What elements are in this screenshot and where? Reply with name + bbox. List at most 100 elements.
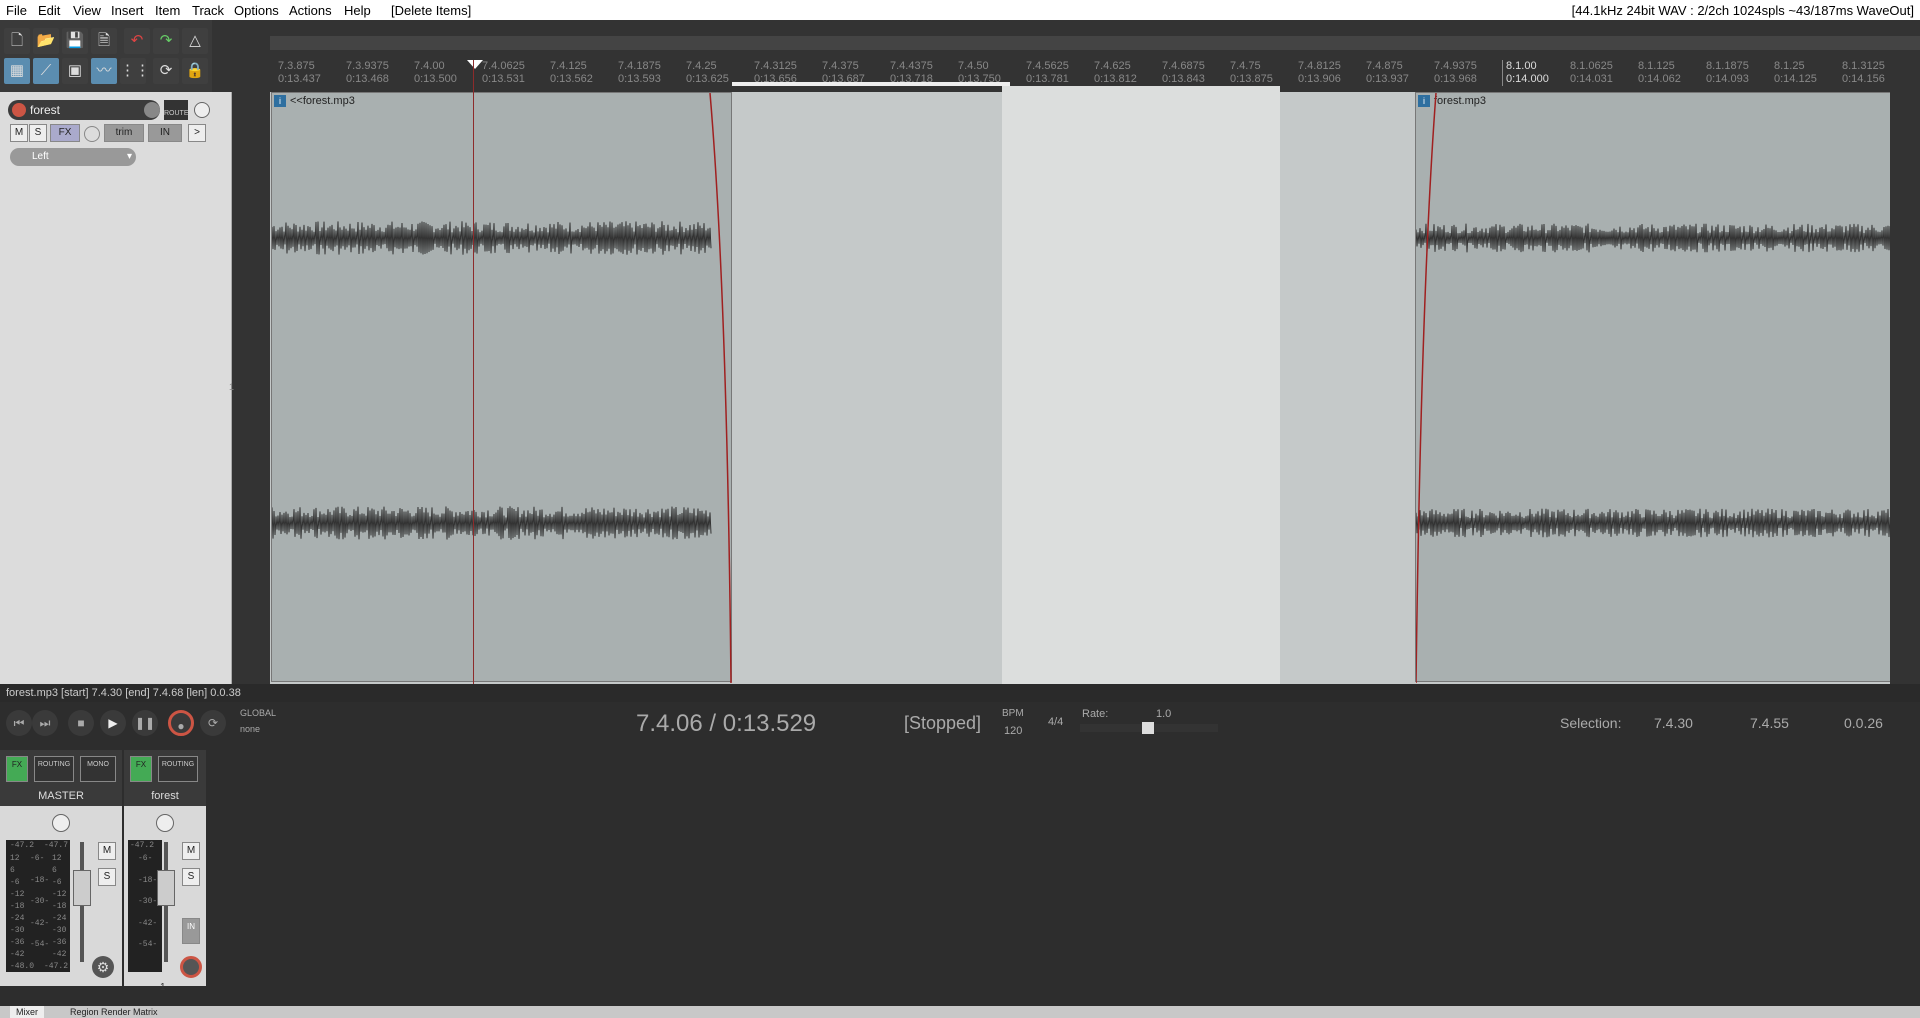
mute-button[interactable]: M [10, 124, 28, 142]
route-button[interactable]: ROUTE [164, 100, 189, 120]
edit-cursor-marker[interactable] [467, 60, 483, 69]
master-mute-button[interactable]: M [98, 842, 116, 860]
meter-scale-label: 12 [10, 854, 20, 863]
envelope-icon[interactable]: 〰 [91, 58, 117, 84]
vertical-scrollbar[interactable] [1890, 92, 1904, 684]
global-automation-select[interactable]: none [240, 724, 260, 734]
trim-automation-button[interactable]: trim [104, 124, 144, 142]
meter-scale-label: -36 [10, 938, 25, 947]
menu-item[interactable]: Item [155, 3, 180, 18]
strip-meter: -47.2 -6- -18- -30- -42- -54- [128, 840, 162, 972]
ripple-edit-icon[interactable]: ⟋ [33, 58, 59, 84]
last-action-label: [Delete Items] [391, 3, 472, 18]
menu-edit[interactable]: Edit [38, 3, 60, 18]
fx-button[interactable]: FX [50, 124, 80, 142]
dock-tab-region-render-matrix[interactable]: Region Render Matrix [64, 1006, 164, 1018]
strip-input-button[interactable]: IN [182, 918, 200, 944]
menu-options[interactable]: Options [234, 3, 279, 18]
metronome-icon[interactable]: △ [182, 28, 208, 54]
strip-fx-button[interactable]: FX [130, 756, 152, 782]
go-to-end-icon[interactable]: ⏭ [32, 710, 58, 736]
lock-icon[interactable]: 🔒 [182, 58, 208, 84]
selection-length[interactable]: 0.0.26 [1844, 715, 1883, 731]
strip-fader[interactable] [157, 870, 175, 906]
repeat-toggle-icon[interactable]: ⟳ [200, 710, 226, 736]
track-name[interactable]: forest [30, 103, 60, 117]
grid-snap-icon[interactable]: ▦ [4, 58, 30, 84]
rate-slider-thumb[interactable] [1142, 722, 1154, 734]
master-mono-button[interactable]: MONO [80, 756, 116, 782]
pause-button[interactable]: ❚❚ [132, 710, 158, 736]
play-button[interactable]: ▶ [100, 710, 126, 736]
strip-mute-button[interactable]: M [182, 842, 200, 860]
pan-knob[interactable] [194, 102, 210, 118]
master-fader[interactable] [73, 870, 91, 906]
play-cursor [473, 60, 474, 684]
go-to-start-icon[interactable]: ⏮ [6, 710, 32, 736]
record-arm-icon[interactable] [12, 103, 26, 117]
redo-icon[interactable]: ↷ [153, 28, 179, 54]
menu-insert[interactable]: Insert [111, 3, 144, 18]
open-project-icon[interactable]: 📂 [33, 28, 59, 54]
undo-icon[interactable]: ↶ [124, 28, 150, 54]
menu-view[interactable]: View [73, 3, 101, 18]
arrange-view[interactable]: i <<forest.mp3 i forest.mp3 [270, 60, 1904, 684]
input-channel-select[interactable]: Left ▾ [10, 148, 136, 166]
meter-scale-label: 6 [10, 866, 15, 875]
master-pan-knob[interactable] [52, 814, 70, 832]
stop-button[interactable]: ■ [68, 710, 94, 736]
new-project-icon[interactable]: 🗋 [4, 28, 30, 54]
dock-tab-bar: Mixer Region Render Matrix [0, 1006, 1920, 1018]
fx-chain-icon[interactable]: > [188, 124, 206, 142]
gear-icon[interactable]: ⚙ [92, 956, 114, 978]
menu-file[interactable]: File [6, 3, 27, 18]
solo-button[interactable]: S [29, 124, 47, 142]
strip-solo-button[interactable]: S [182, 868, 200, 886]
audio-device-info[interactable]: [44.1kHz 24bit WAV : 2/2ch 1024spls ~43/… [1572, 3, 1914, 18]
track-name-field[interactable]: forest [8, 100, 160, 120]
volume-knob[interactable] [144, 102, 160, 118]
timeline-tick: 7.4.75 0:13.875 [1230, 60, 1273, 85]
time-selection-region[interactable] [1002, 86, 1280, 684]
transport-position[interactable]: 7.4.06 / 0:13.529 [636, 710, 816, 738]
timeline-tick: 7.4.00 0:13.500 [414, 60, 457, 85]
record-button[interactable]: ● [168, 710, 194, 736]
menu-help[interactable]: Help [344, 3, 371, 18]
timeline-tick: 8.1.1875 0:14.093 [1706, 60, 1749, 85]
master-solo-button[interactable]: S [98, 868, 116, 886]
strip-routing-button[interactable]: ROUTING [158, 756, 198, 782]
master-routing-button[interactable]: ROUTING [34, 756, 74, 782]
master-body: -47.2 -47.7 12 6 -6 -12 -18 -24 -30 -36 -42 -6- -1… [0, 806, 122, 986]
input-button[interactable]: IN [148, 124, 182, 142]
strip-record-arm-icon[interactable] [180, 956, 202, 978]
time-signature[interactable]: 4/4 [1048, 716, 1063, 728]
meter-scale-label: -30- [30, 897, 50, 907]
phase-icon[interactable] [84, 126, 100, 142]
rate-value[interactable]: 1.0 [1156, 708, 1171, 720]
strip-pan-knob[interactable] [156, 814, 174, 832]
time-selection-bar[interactable] [732, 82, 1010, 86]
master-meter: -47.2 -47.7 12 6 -6 -12 -18 -24 -30 -36 -42 -6- -1… [6, 840, 70, 972]
menu-actions[interactable]: Actions [289, 3, 332, 18]
selection-end[interactable]: 7.4.55 [1750, 715, 1789, 731]
master-fx-button[interactable]: FX [6, 756, 28, 782]
main-toolbar: 🗋 📂 💾 🗎 ↶ ↷ △ ▦ ⟋ ▣ 〰 ⋮⋮ ⟳ 🔒 [0, 20, 212, 92]
meter-scale-label: -6- [138, 854, 153, 863]
menu-track[interactable]: Track [192, 3, 224, 18]
tcp-divider[interactable] [232, 92, 270, 684]
meter-scale-label: 12 [52, 854, 62, 863]
loop-icon[interactable]: ⟳ [153, 58, 179, 84]
project-settings-icon[interactable]: 🗎 [91, 28, 117, 54]
item-grouping-icon[interactable]: ▣ [62, 58, 88, 84]
timeline-scroll-bar[interactable] [270, 36, 1920, 50]
dock-tab-mixer[interactable]: Mixer [10, 1006, 44, 1018]
timeline-tick: 7.4.0625 0:13.531 [482, 60, 525, 85]
meter-scale-label: 6 [52, 866, 57, 875]
bpm-value[interactable]: 120 [1004, 725, 1022, 737]
timeline-tick: 8.1.3125 0:14.156 [1842, 60, 1885, 85]
media-item-left[interactable]: i <<forest.mp3 [271, 92, 732, 683]
media-item-right[interactable]: i forest.mp3 [1415, 92, 1904, 683]
save-project-icon[interactable]: 💾 [62, 28, 88, 54]
grid-lines-icon[interactable]: ⋮⋮ [120, 58, 150, 84]
selection-start[interactable]: 7.4.30 [1654, 715, 1693, 731]
